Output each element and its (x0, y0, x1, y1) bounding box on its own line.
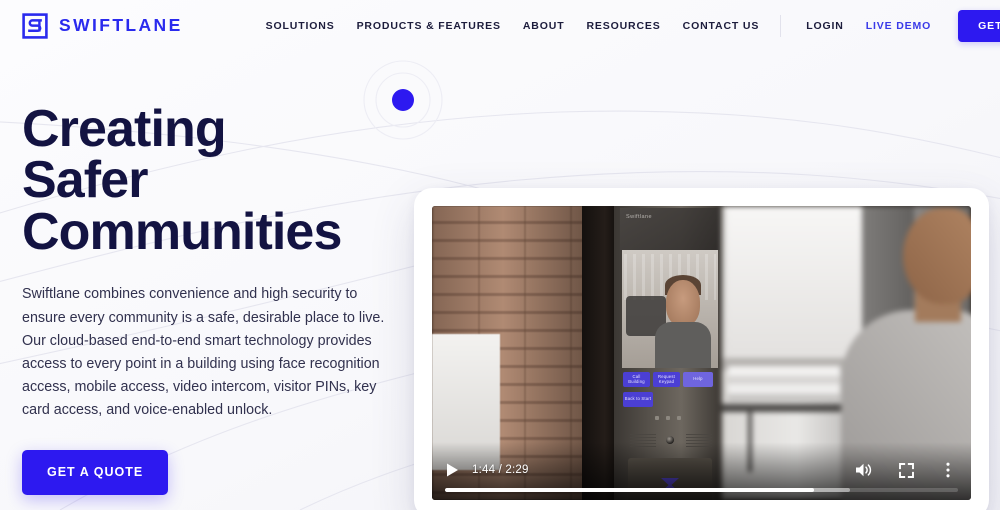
live-demo-link[interactable]: LIVE DEMO (855, 15, 942, 38)
hero-media: Swiftlane Call Building Request Keypad H… (410, 52, 1000, 510)
intercom-brand-label: Swiftlane (626, 214, 652, 220)
nav-item-about[interactable]: ABOUT (512, 15, 576, 38)
hero-copy: Creating Safer Communities Swiftlane com… (0, 52, 410, 510)
login-link[interactable]: LOGIN (795, 15, 855, 38)
hero-section: Creating Safer Communities Swiftlane com… (0, 52, 1000, 510)
site-header: SWIFTLANE SOLUTIONS PRODUCTS & FEATURES … (0, 0, 1000, 52)
visitor-face (666, 280, 700, 326)
video-controls: 1:44 / 2:29 (432, 442, 971, 500)
intercom-ui-button-keypad: Request Keypad (653, 372, 680, 387)
page-title-line-1: Creating (22, 100, 227, 158)
primary-navigation: SOLUTIONS PRODUCTS & FEATURES ABOUT RESO… (255, 15, 771, 38)
nav-item-contact-us[interactable]: CONTACT US (672, 15, 771, 38)
play-icon[interactable] (445, 463, 459, 477)
page-title: Creating Safer Communities (22, 100, 410, 261)
video-player[interactable]: Swiftlane Call Building Request Keypad H… (432, 206, 971, 500)
hero-description: Swiftlane combines convenience and high … (22, 286, 385, 419)
video-time-display: 1:44 / 2:29 (472, 464, 529, 476)
video-controls-row: 1:44 / 2:29 (445, 460, 958, 480)
header-get-a-quote-button[interactable]: GET A QUOTE (958, 9, 1000, 43)
visitor-torso (655, 322, 711, 368)
page-title-line-2: Safer (22, 151, 148, 210)
fullscreen-icon[interactable] (896, 460, 916, 480)
video-progress-bar[interactable] (445, 488, 958, 492)
intercom-ui-button-help: Help (683, 372, 713, 387)
intercom-ui-button-back: Back to Start (623, 392, 653, 407)
volume-on-icon[interactable] (854, 460, 874, 480)
intercom-ui-indicators (640, 414, 696, 421)
nav-item-products-features[interactable]: PRODUCTS & FEATURES (346, 15, 512, 38)
interior-window (726, 206, 868, 358)
video-played-range (445, 488, 815, 492)
intercom-screen (622, 250, 718, 368)
kebab-menu-icon[interactable] (938, 460, 958, 480)
person-head (903, 208, 971, 304)
brand-name: SWIFTLANE (59, 15, 183, 36)
intercom-ui-row-secondary: Back to Start (623, 392, 717, 407)
interior-books (728, 366, 840, 402)
swiftlane-logo-icon (22, 13, 48, 39)
intercom-ui-row-primary: Call Building Request Keypad Help (623, 372, 717, 387)
nav-divider (780, 15, 782, 37)
video-card: Swiftlane Call Building Request Keypad H… (414, 188, 989, 510)
secondary-navigation: LOGIN LIVE DEMO GET A QUOTE (770, 9, 1000, 43)
page-title-line-3: Communities (22, 202, 342, 261)
brand-logo[interactable]: SWIFTLANE (22, 13, 183, 39)
nav-item-resources[interactable]: RESOURCES (575, 15, 671, 38)
nav-item-solutions[interactable]: SOLUTIONS (255, 15, 346, 38)
intercom-ui-button-call-building: Call Building (623, 372, 650, 387)
hero-get-a-quote-button[interactable]: GET A QUOTE (22, 450, 169, 495)
